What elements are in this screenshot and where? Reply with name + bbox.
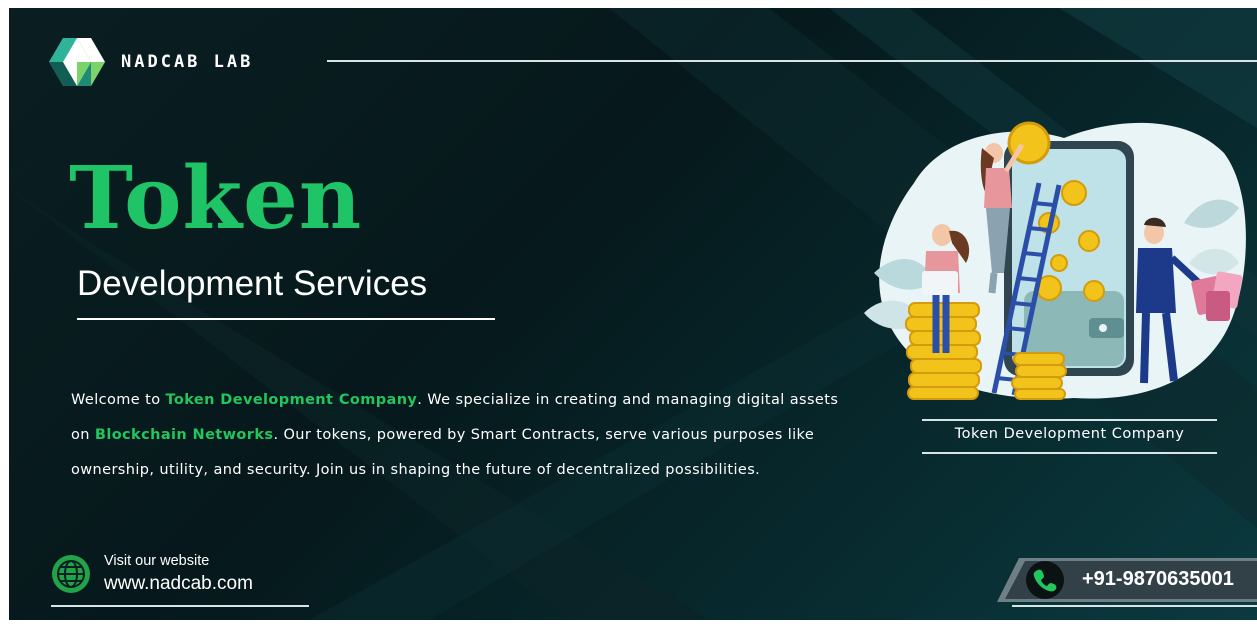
intro-text-1: Welcome to	[71, 392, 166, 408]
phone-divider	[1012, 605, 1257, 607]
website-divider	[51, 605, 309, 607]
intro-highlight-blockchain: Blockchain Networks	[94, 427, 274, 443]
brand-name: NADCAB LAB	[121, 52, 254, 72]
website-label: Visit our website	[104, 553, 210, 569]
brand: NADCAB LAB	[49, 36, 253, 88]
illustration-caption: Token Development Company	[954, 426, 1185, 442]
hero-underline	[77, 318, 495, 320]
banner: NADCAB LAB Token Development Services We…	[9, 8, 1257, 620]
hero-title: Token	[69, 148, 363, 249]
caption-divider-top	[922, 419, 1217, 421]
phone-number[interactable]: +91-9870635001	[1082, 568, 1234, 591]
phone-icon[interactable]	[1025, 560, 1065, 600]
intro-highlight-token-company: Token Development Company	[165, 392, 418, 408]
header-divider	[327, 60, 1257, 62]
hexagon-diamond-logo-icon	[49, 38, 105, 86]
token-development-illustration	[864, 121, 1246, 400]
intro-paragraph: Welcome to Token Development Company. We…	[71, 383, 851, 488]
caption-divider-bottom	[922, 452, 1217, 454]
hero-subtitle: Development Services	[77, 264, 428, 303]
globe-icon[interactable]	[51, 554, 91, 594]
website-link[interactable]: www.nadcab.com	[104, 573, 253, 595]
